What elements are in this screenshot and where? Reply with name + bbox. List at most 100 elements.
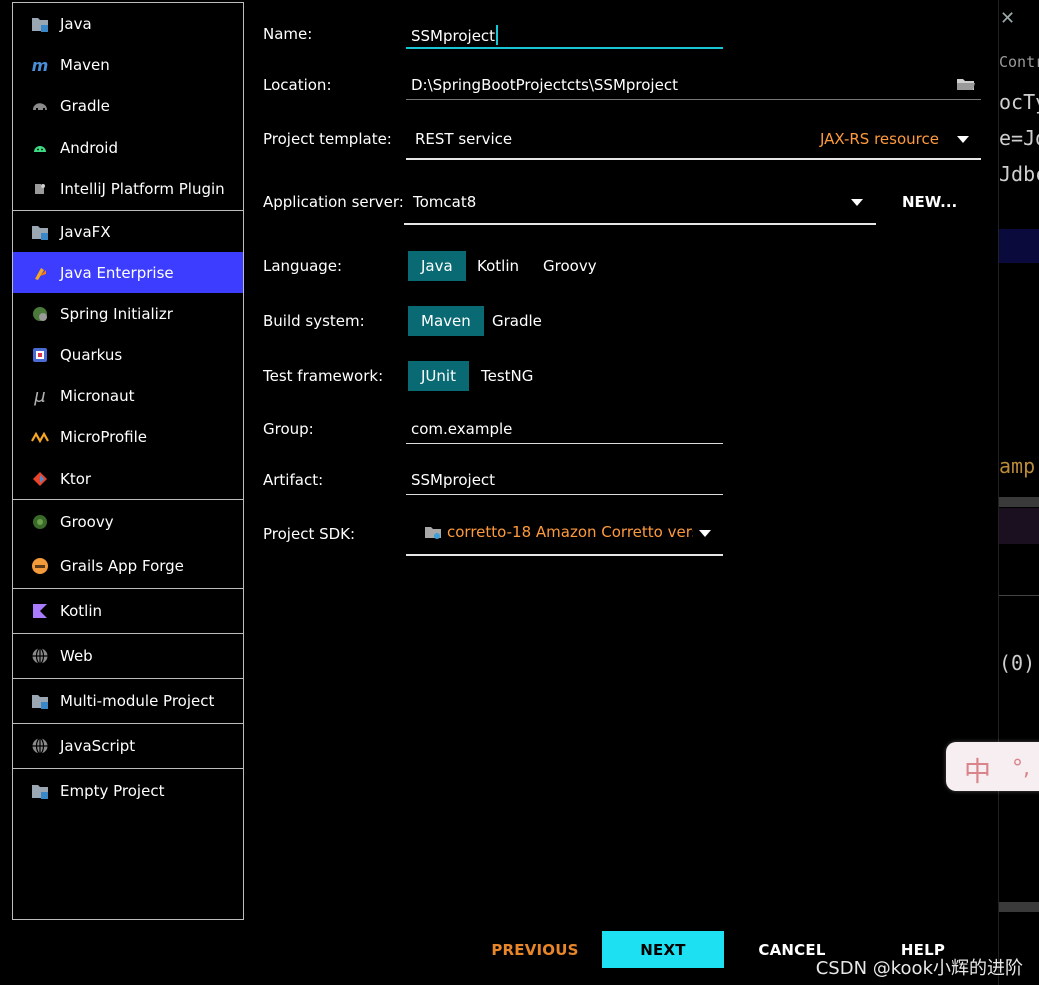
sidebar-item-javafx[interactable]: JavaFX (13, 211, 243, 252)
spring-icon (31, 305, 49, 323)
bg-text: e=Jd (999, 126, 1039, 150)
quarkus-icon (31, 346, 49, 364)
template-label: Project template: (263, 130, 392, 148)
close-icon[interactable]: ✕ (1000, 8, 1015, 29)
sidebar-item-label: Multi-module Project (60, 692, 215, 711)
sidebar-item-quarkus[interactable]: Quarkus (13, 335, 243, 376)
sdk-underline (406, 554, 723, 556)
sidebar-item-label: Web (60, 647, 93, 666)
name-input[interactable]: SSMproject (411, 25, 499, 45)
location-input[interactable]: D:\SpringBootProjectcts\SSMproject (411, 76, 678, 94)
folder-icon (31, 692, 49, 710)
language-groovy-toggle[interactable]: Groovy (530, 251, 610, 281)
next-button[interactable]: NEXT (602, 931, 724, 968)
maven-icon: m (31, 55, 49, 75)
bg-text: amp (999, 454, 1036, 478)
sidebar-item-micronaut[interactable]: μ Micronaut (13, 376, 243, 417)
folder-icon (31, 15, 49, 33)
folder-browse-icon[interactable] (956, 76, 976, 96)
gradle-icon (31, 97, 49, 115)
java-enterprise-icon (31, 264, 49, 282)
sidebar-item-spring-initializr[interactable]: Spring Initializr (13, 293, 243, 334)
chevron-down-icon[interactable] (699, 530, 711, 537)
artifact-input[interactable]: SSMproject (411, 471, 495, 489)
sidebar-group: Web (13, 634, 243, 680)
sidebar-item-label: Grails App Forge (60, 557, 184, 576)
language-java-toggle[interactable]: Java (408, 251, 466, 281)
ktor-icon (31, 470, 49, 488)
build-maven-toggle[interactable]: Maven (408, 306, 484, 336)
artifact-underline (406, 494, 723, 495)
sidebar-item-gradle[interactable]: Gradle (13, 86, 243, 127)
artifact-label: Artifact: (263, 471, 324, 489)
sidebar-item-java-enterprise[interactable]: Java Enterprise (13, 252, 243, 294)
sidebar-group: Empty Project (13, 769, 243, 813)
sidebar-item-intellij-platform-plugin[interactable]: IntelliJ Platform Plugin (13, 169, 243, 210)
name-underline (406, 47, 723, 49)
sidebar-item-kotlin[interactable]: Kotlin (13, 589, 243, 633)
sidebar-item-label: JavaFX (60, 222, 111, 241)
background-editor: Contro ocTy e=Jd Jdbc amp (0) F (999, 0, 1039, 985)
sidebar-group: JavaFX Java Enterprise Spring Initializr Qu… (13, 211, 243, 501)
sidebar-item-label: Groovy (60, 513, 114, 532)
group-input[interactable]: com.example (411, 420, 512, 438)
server-label: Application server: (263, 193, 404, 211)
sidebar-item-microprofile[interactable]: MicroProfile (13, 417, 243, 458)
template-hint: JAX-RS resource (820, 130, 939, 148)
bg-text: (0) F (999, 651, 1039, 675)
server-select[interactable]: Tomcat8 (413, 193, 476, 211)
sdk-folder-icon (424, 524, 442, 544)
group-underline (406, 443, 723, 444)
sidebar-item-label: Quarkus (60, 346, 123, 365)
bg-highlight (999, 229, 1039, 263)
server-underline (404, 223, 876, 225)
bg-scrollbar (999, 902, 1039, 912)
microprofile-icon (31, 428, 49, 446)
group-label: Group: (263, 420, 314, 438)
micronaut-icon: μ (34, 385, 46, 407)
watermark: CSDN @kook小辉的进阶 (815, 958, 1023, 979)
sidebar-item-grails-app-forge[interactable]: Grails App Forge (13, 544, 243, 588)
name-value: SSMproject (411, 27, 496, 45)
android-icon (31, 139, 49, 157)
chevron-down-icon[interactable] (851, 199, 863, 206)
new-server-button[interactable]: NEW... (902, 193, 957, 211)
sidebar-item-web[interactable]: Web (13, 634, 243, 678)
sidebar-group: Kotlin (13, 589, 243, 635)
project-type-list: Java m Maven Gradle Android IntelliJ Platform… (12, 2, 244, 920)
ime-indicator: 中 °, (946, 742, 1039, 791)
sidebar-item-ktor[interactable]: Ktor (13, 458, 243, 499)
sidebar-item-groovy[interactable]: Groovy (13, 500, 243, 544)
bg-panel (999, 508, 1039, 544)
test-testng-toggle[interactable]: TestNG (468, 361, 546, 391)
bg-text: Jdbc (999, 162, 1039, 186)
template-underline (406, 158, 981, 160)
sidebar-item-empty-project[interactable]: Empty Project (13, 769, 243, 813)
previous-button[interactable]: PREVIOUS (485, 935, 585, 965)
language-kotlin-toggle[interactable]: Kotlin (464, 251, 532, 281)
sidebar-item-maven[interactable]: m Maven (13, 44, 243, 85)
template-select[interactable]: REST service (415, 130, 512, 148)
sidebar-item-java[interactable]: Java (13, 3, 243, 44)
sidebar-item-label: Java Enterprise (60, 263, 174, 282)
sdk-select[interactable]: corretto-18 Amazon Corretto vers (447, 523, 693, 541)
test-junit-toggle[interactable]: JUnit (408, 361, 469, 391)
text-caret (496, 25, 499, 45)
sidebar-item-javascript[interactable]: JavaScript (13, 724, 243, 768)
location-label: Location: (263, 76, 332, 94)
sidebar-item-label: Ktor (60, 469, 92, 488)
bg-text: ocTy (999, 90, 1039, 114)
globe-icon (31, 647, 49, 665)
sidebar-item-label: IntelliJ Platform Plugin (60, 180, 225, 199)
sidebar-item-android[interactable]: Android (13, 127, 243, 168)
build-system-label: Build system: (263, 312, 365, 330)
build-gradle-toggle[interactable]: Gradle (479, 306, 555, 336)
sidebar-item-label: Android (60, 138, 118, 157)
sidebar-item-label: MicroProfile (60, 428, 148, 447)
sidebar-item-label: Java (60, 14, 92, 33)
test-framework-label: Test framework: (263, 367, 384, 385)
chevron-down-icon[interactable] (957, 136, 969, 143)
sidebar-item-multi-module-project[interactable]: Multi-module Project (13, 679, 243, 723)
grails-icon (31, 557, 49, 575)
folder-icon (31, 223, 49, 241)
